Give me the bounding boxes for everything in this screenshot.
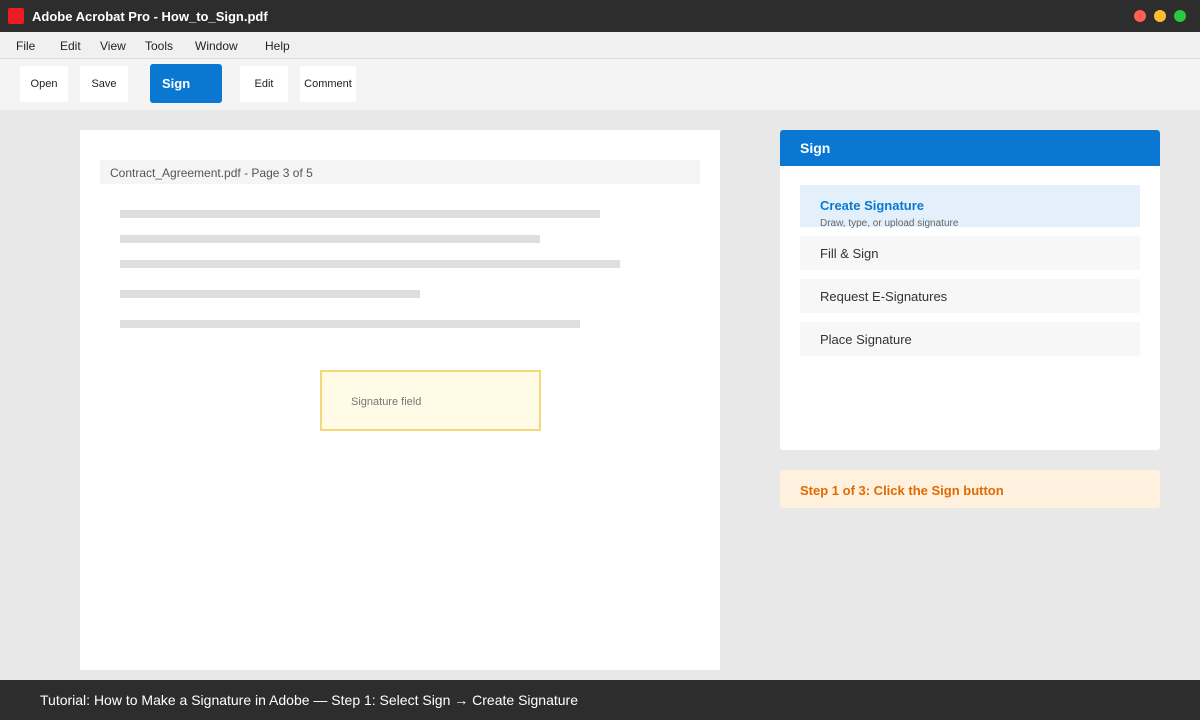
create-signature-description: Draw, type, or upload signature [820, 218, 959, 229]
menu-file[interactable]: File [16, 39, 35, 53]
sign-panel-title: Sign [800, 140, 831, 156]
acrobat-icon [8, 8, 24, 24]
open-button[interactable]: Open [20, 66, 68, 102]
text-line [120, 260, 620, 268]
save-button[interactable]: Save [80, 66, 128, 102]
text-line [120, 235, 540, 243]
signature-field[interactable]: Signature field [320, 370, 541, 431]
create-signature-option[interactable]: Create Signature Draw, type, or upload s… [800, 185, 1140, 229]
create-signature-label: Create Signature [820, 198, 925, 213]
text-line [120, 290, 420, 298]
sign-button[interactable]: Sign [150, 64, 222, 103]
tutorial-caption-bar: Tutorial: How to Make a Signature in Ado… [0, 680, 1200, 720]
signature-field-label: Signature field [351, 396, 422, 408]
document-page: Contract_Agreement.pdf - Page 3 of 5 Sig… [80, 130, 720, 670]
zoom-window-button[interactable] [1174, 10, 1186, 22]
request-esignatures-label: Request E-Signatures [820, 289, 948, 304]
step-hint-text: Step 1 of 3: Click the Sign button [800, 483, 1004, 498]
menu-bar: File Edit View Tools Window Help [0, 32, 1200, 59]
menu-help[interactable]: Help [265, 39, 290, 53]
place-signature-option[interactable]: Place Signature [800, 322, 1140, 356]
text-line [120, 210, 600, 218]
text-line [120, 320, 580, 328]
step-hint-box: Step 1 of 3: Click the Sign button [780, 470, 1160, 508]
place-signature-label: Place Signature [820, 332, 912, 347]
request-esignatures-option[interactable]: Request E-Signatures [800, 279, 1140, 313]
menu-window[interactable]: Window [195, 39, 238, 53]
window-title: Adobe Acrobat Pro - How_to_Sign.pdf [32, 9, 268, 24]
title-bar: Adobe Acrobat Pro - How_to_Sign.pdf [0, 0, 1200, 32]
document-header: Contract_Agreement.pdf - Page 3 of 5 [100, 160, 700, 184]
menu-edit[interactable]: Edit [60, 39, 81, 53]
menu-tools[interactable]: Tools [145, 39, 173, 53]
fill-and-sign-label: Fill & Sign [820, 246, 879, 261]
tutorial-caption: Tutorial: How to Make a Signature in Ado… [40, 692, 578, 708]
sign-panel: Sign Create Signature Draw, type, or upl… [780, 130, 1160, 450]
minimize-window-button[interactable] [1154, 10, 1166, 22]
menu-view[interactable]: View [100, 39, 126, 53]
sign-panel-header: Sign [780, 130, 1160, 166]
toolbar: Open Save Sign Edit Comment [0, 59, 1200, 110]
close-window-button[interactable] [1134, 10, 1146, 22]
edit-button[interactable]: Edit [240, 66, 288, 102]
comment-button[interactable]: Comment [300, 66, 356, 102]
fill-and-sign-option[interactable]: Fill & Sign [800, 236, 1140, 270]
